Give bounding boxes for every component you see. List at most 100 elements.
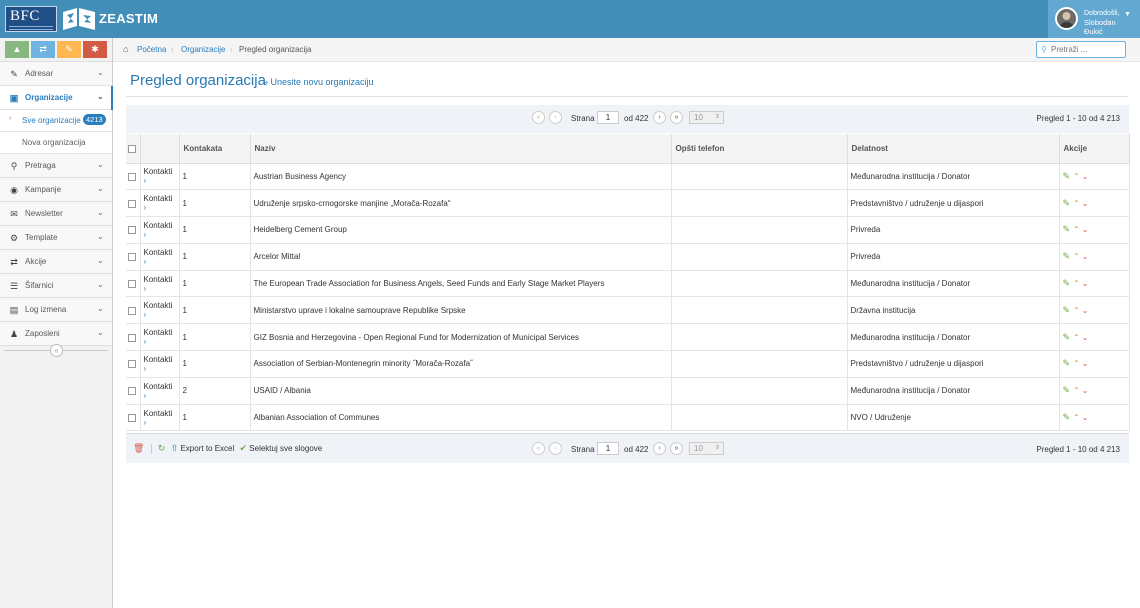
pager-bottom: 🗑 ↻ ⇧ Export to Excel ✔ Selektuj sve slo… [126, 433, 1129, 463]
page-number-input[interactable]: 1 [597, 442, 619, 455]
chevron-down-icon[interactable]: ⌄ [1082, 225, 1089, 234]
export-excel-button[interactable]: Export to Excel [180, 444, 234, 453]
pencil-icon[interactable]: ✎ [1063, 278, 1071, 288]
sidebar-item-log-izmena[interactable]: ▤ Log izmena ⌄ [0, 298, 112, 322]
pencil-icon[interactable]: ✎ [1063, 198, 1071, 208]
row-checkbox[interactable] [128, 333, 136, 342]
trash-icon[interactable]: 🗑 [133, 443, 144, 453]
breadcrumb-separator-icon: › [171, 45, 174, 54]
double-angle-left-icon[interactable]: « [50, 344, 63, 357]
breadcrumb-organizacije[interactable]: Organizacije [181, 45, 225, 54]
per-page-select[interactable]: 10 ⇕ [689, 111, 724, 124]
column-header-delatnost[interactable]: Delatnost [847, 134, 1060, 164]
signal-icon[interactable]: ▲ [5, 41, 29, 58]
exchange-icon[interactable]: ⇄ [31, 41, 55, 58]
pencil-icon[interactable]: ✎ [1063, 385, 1071, 395]
sidebar-subitem-0[interactable]: › Sve organizacije 4213 [0, 110, 112, 132]
new-organization-link[interactable]: » Unesite novu organizaciju [263, 77, 374, 87]
sidebar-item-newsletter[interactable]: ✉ Newsletter ⌄ [0, 202, 112, 226]
cogs-icon[interactable]: ✱ [83, 41, 107, 58]
sidebar-item-pretraga[interactable]: ⚲ Pretraga ⌄ [0, 154, 112, 178]
row-checkbox[interactable] [128, 199, 136, 208]
sidebar-item-šifarnici[interactable]: ☰ Šifarnici ⌄ [0, 274, 112, 298]
brand-name[interactable]: ZEASTIM [99, 11, 158, 26]
kontakti-link[interactable]: Kontakti › [144, 328, 179, 346]
kontakti-link[interactable]: Kontakti › [144, 409, 179, 427]
row-checkbox[interactable] [128, 413, 136, 422]
chevron-up-icon[interactable]: ⌃ [1073, 413, 1080, 422]
row-checkbox[interactable] [128, 387, 136, 396]
kontakti-link[interactable]: Kontakti › [144, 248, 179, 266]
pencil-icon[interactable]: ✎ [1063, 251, 1071, 261]
column-header-telefon[interactable]: Opšti telefon [671, 134, 848, 164]
chevron-down-icon[interactable]: ⌄ [1082, 306, 1089, 315]
pencil-icon[interactable]: ✎ [1063, 358, 1071, 368]
column-header-kontakata[interactable]: Kontakata [179, 134, 251, 164]
last-page-icon[interactable]: » [670, 442, 683, 455]
chevron-down-icon[interactable]: ⌄ [1082, 386, 1089, 395]
chevron-down-icon[interactable]: ⌄ [1082, 359, 1089, 368]
sidebar-item-akcije[interactable]: ⇄ Akcije ⌄ [0, 250, 112, 274]
kontakti-link[interactable]: Kontakti › [144, 382, 179, 400]
chevron-up-icon[interactable]: ⌃ [1073, 252, 1080, 261]
kontakti-link[interactable]: Kontakti › [144, 194, 179, 212]
home-icon[interactable]: ⌂ [123, 44, 128, 54]
chevron-up-icon[interactable]: ⌃ [1073, 199, 1080, 208]
chevron-down-icon[interactable]: ⌄ [1082, 279, 1089, 288]
search-icon: ⚲ [1041, 45, 1047, 54]
next-page-icon[interactable]: › [653, 442, 666, 455]
prev-page-icon[interactable]: ‹ [549, 111, 562, 124]
kontakti-link[interactable]: Kontakti › [144, 167, 179, 185]
chevron-up-icon[interactable]: ⌃ [1073, 279, 1080, 288]
sidebar-subitem-1[interactable]: Nova organizacija [0, 132, 112, 154]
pencil-icon[interactable]: ✎ [1063, 171, 1071, 181]
kontakti-link[interactable]: Kontakti › [144, 355, 179, 373]
kontakti-link[interactable]: Kontakti › [144, 275, 179, 293]
sidebar-item-kampanje[interactable]: ◉ Kampanje ⌄ [0, 178, 112, 202]
chevron-down-icon[interactable]: ⌄ [1082, 413, 1089, 422]
chevron-up-icon[interactable]: ⌃ [1073, 359, 1080, 368]
select-all-records-button[interactable]: Selektuj sve slogove [249, 444, 322, 453]
breadcrumb-home[interactable]: Početna [137, 45, 166, 54]
first-page-icon[interactable]: « [532, 442, 545, 455]
last-page-icon[interactable]: » [670, 111, 683, 124]
chevron-up-icon[interactable]: ⌃ [1073, 333, 1080, 342]
chevron-down-icon[interactable]: ⌄ [1082, 172, 1089, 181]
per-page-select[interactable]: 10 ⇕ [689, 442, 724, 455]
first-page-icon[interactable]: « [532, 111, 545, 124]
row-checkbox[interactable] [128, 306, 136, 315]
row-checkbox[interactable] [128, 279, 136, 288]
chevron-up-icon[interactable]: ⌃ [1073, 172, 1080, 181]
sidebar-item-template[interactable]: ⚙ Template ⌄ [0, 226, 112, 250]
bfc-logo[interactable]: BFC [5, 6, 57, 32]
organization-activity: Međunarodna institucija / Donator [847, 377, 1060, 405]
row-checkbox[interactable] [128, 360, 136, 369]
sidebar-item-organizacije[interactable]: ▣ Organizacije ⌄ [0, 86, 113, 110]
pencil-icon[interactable]: ✎ [1063, 332, 1071, 342]
pencil-icon[interactable]: ✎ [1063, 412, 1071, 422]
chevron-up-icon[interactable]: ⌃ [1073, 386, 1080, 395]
pencil-icon[interactable]: ✎ [1063, 224, 1071, 234]
row-checkbox[interactable] [128, 172, 136, 181]
pencil-icon[interactable]: ✎ [1063, 305, 1071, 315]
angle-right-icon: › [143, 390, 147, 400]
page-number-input[interactable]: 1 [597, 111, 619, 124]
kontakti-link[interactable]: Kontakti › [144, 221, 179, 239]
user-menu[interactable]: Dobrodošli, Slobodan Đukić ▼ [1048, 0, 1140, 38]
chevron-down-icon[interactable]: ⌄ [1082, 199, 1089, 208]
select-all-checkbox[interactable] [128, 144, 136, 153]
chevron-down-icon[interactable]: ⌄ [1082, 252, 1089, 261]
kontakti-link[interactable]: Kontakti › [144, 301, 179, 319]
refresh-icon[interactable]: ↻ [158, 443, 166, 453]
next-page-icon[interactable]: › [653, 111, 666, 124]
row-checkbox[interactable] [128, 226, 136, 235]
pencil-icon[interactable]: ✎ [57, 41, 81, 58]
prev-page-icon[interactable]: ‹ [549, 442, 562, 455]
chevron-up-icon[interactable]: ⌃ [1073, 225, 1080, 234]
sidebar-item-adresar[interactable]: ✎ Adresar ⌄ [0, 62, 112, 86]
search-input[interactable] [1051, 44, 1123, 55]
row-checkbox[interactable] [128, 253, 136, 262]
column-header-naziv[interactable]: Naziv [250, 134, 672, 164]
chevron-up-icon[interactable]: ⌃ [1073, 306, 1080, 315]
chevron-down-icon[interactable]: ⌄ [1082, 333, 1089, 342]
